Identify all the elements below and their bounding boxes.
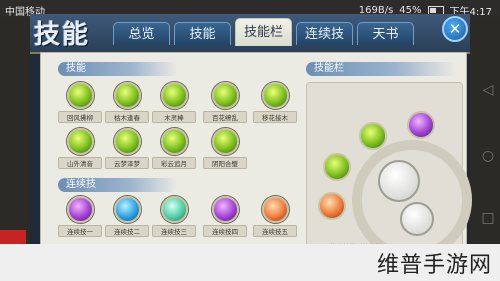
skill-name: 山外清音 (58, 157, 102, 169)
purple-combo-icon (211, 196, 239, 223)
home-icon[interactable]: ○ (480, 148, 496, 164)
green-staff-skill-icon (160, 82, 188, 109)
skill-slot[interactable]: 木灵棒 (152, 82, 196, 123)
green-music-skill-icon (66, 128, 94, 155)
combo-slot[interactable]: 连续技四 (203, 196, 247, 237)
purple-combo-icon (66, 196, 94, 223)
bar-secondary-button[interactable] (400, 202, 434, 236)
tab-heavenly-book[interactable]: 天书 (357, 22, 414, 45)
skill-slot[interactable]: 移花接木 (253, 82, 297, 123)
blue-combo-icon (113, 196, 141, 223)
skill-name: 云梦泽梦 (105, 157, 149, 169)
close-icon: ✕ (448, 20, 462, 38)
green-flower-skill-icon (211, 82, 239, 109)
combo-section-title: 连续技 (58, 178, 178, 192)
skill-name: 阴阳合璧 (203, 157, 247, 169)
combo-slot[interactable]: 连续技五 (253, 196, 297, 237)
combo-name: 连续技五 (253, 225, 297, 237)
combo-name: 连续技四 (203, 225, 247, 237)
green-cloud-skill-icon (113, 128, 141, 155)
skill-name: 移花接木 (253, 111, 297, 123)
green-swirl-skill-icon (66, 82, 94, 109)
combo-name: 连续技三 (152, 225, 196, 237)
site-watermark: 维普手游网 (376, 253, 492, 278)
skillbar-section-title: 技能栏 (306, 62, 456, 76)
window-title-logo: 技能 (34, 20, 91, 50)
bar-slot-green-icon[interactable] (359, 122, 387, 150)
teal-combo-icon (160, 196, 188, 223)
skill-name: 枯木逢春 (105, 111, 149, 123)
skill-slot[interactable]: 山外清音 (58, 128, 102, 169)
orange-combo-icon (261, 196, 289, 223)
combo-name: 连续技一 (58, 225, 102, 237)
green-leaf-skill-icon (113, 82, 141, 109)
skill-slot[interactable]: 百花缭乱 (203, 82, 247, 123)
skill-slot[interactable]: 枯木逢春 (105, 82, 149, 123)
tab-overview[interactable]: 总览 (113, 22, 170, 45)
combo-name: 连续技二 (105, 225, 149, 237)
system-nav-bar: ◁ ○ □ (474, 20, 500, 260)
skill-slot[interactable]: 阴阳合璧 (203, 128, 247, 169)
green-vine-skill-icon (261, 82, 289, 109)
green-yinyang-skill-icon (211, 128, 239, 155)
tab-combo[interactable]: 连续技 (296, 22, 353, 45)
tab-bar: 总览 技能 技能栏 连续技 天书 (113, 18, 414, 46)
recent-apps-icon[interactable]: □ (480, 210, 496, 226)
skill-name: 木灵棒 (152, 111, 196, 123)
tab-skill-bar[interactable]: 技能栏 (235, 18, 292, 46)
bar-slot-green-icon[interactable] (323, 153, 351, 181)
back-icon[interactable]: ◁ (480, 82, 496, 98)
close-button[interactable]: ✕ (442, 16, 468, 42)
bar-slot-orange-icon[interactable] (318, 192, 346, 220)
bar-slot-purple-icon[interactable] (407, 111, 435, 139)
combo-slot[interactable]: 连续技二 (105, 196, 149, 237)
skill-name: 百花缭乱 (203, 111, 247, 123)
skill-slot[interactable]: 回风拂柳 (58, 82, 102, 123)
combo-slot[interactable]: 连续技一 (58, 196, 102, 237)
green-moon-skill-icon (160, 128, 188, 155)
skill-slot[interactable]: 彩云追月 (152, 128, 196, 169)
bar-center-button[interactable] (378, 160, 420, 202)
combo-slot[interactable]: 连续技三 (152, 196, 196, 237)
skill-name: 回风拂柳 (58, 111, 102, 123)
skill-slot[interactable]: 云梦泽梦 (105, 128, 149, 169)
tab-skills[interactable]: 技能 (174, 22, 231, 45)
skills-section-title: 技能 (58, 62, 178, 76)
skill-name: 彩云追月 (152, 157, 196, 169)
